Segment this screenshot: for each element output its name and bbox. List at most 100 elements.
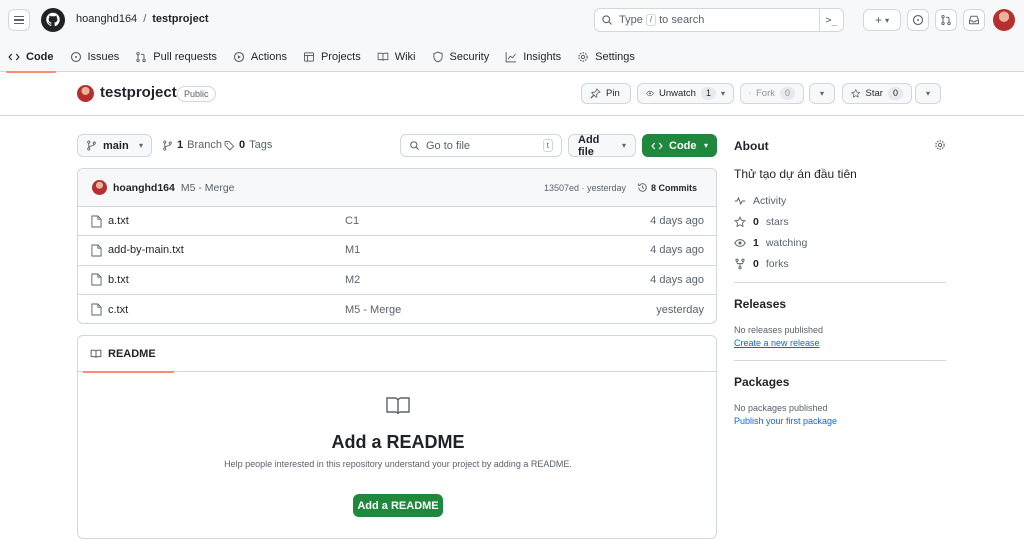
packages-heading[interactable]: Packages: [734, 375, 789, 389]
repo-title[interactable]: testproject: [100, 84, 177, 101]
go-to-file-shortcut: t: [542, 139, 553, 152]
commit-message[interactable]: M5 - Merge: [181, 182, 235, 194]
search-icon: [602, 15, 612, 25]
tab-wiki[interactable]: Wiki: [369, 42, 424, 72]
readme-help-text: Help people interested in this repositor…: [224, 459, 572, 469]
file-name[interactable]: b.txt: [108, 274, 129, 286]
table-row[interactable]: b.txt M2 4 days ago: [78, 266, 716, 295]
history-icon: [637, 183, 647, 192]
global-search[interactable]: Type / to search >_: [594, 8, 844, 32]
file-commit-message[interactable]: M2: [345, 274, 360, 286]
readme-tab[interactable]: README: [83, 336, 174, 373]
tab-label: Security: [449, 51, 490, 63]
breadcrumb-owner[interactable]: hoanghd164: [76, 13, 137, 25]
tab-label: Settings: [595, 51, 635, 63]
tab-projects[interactable]: Projects: [295, 42, 369, 72]
tab-label: Code: [26, 51, 54, 63]
star-icon: [734, 216, 746, 228]
pull-request-icon: [941, 14, 951, 26]
commit-author[interactable]: hoanghd164: [113, 182, 175, 194]
create-release-link[interactable]: Create a new release: [734, 338, 820, 348]
search-prefix: Type: [619, 14, 643, 26]
user-avatar[interactable]: [993, 9, 1015, 31]
fork-button[interactable]: Fork 0: [740, 83, 804, 104]
activity-link[interactable]: Activity: [734, 195, 786, 207]
file-name[interactable]: c.txt: [108, 304, 128, 316]
file-icon: [91, 215, 102, 228]
watching-label: watching: [765, 237, 808, 249]
file-name[interactable]: a.txt: [108, 215, 129, 227]
avatar[interactable]: [92, 180, 107, 195]
file-commit-message[interactable]: M5 - Merge: [345, 304, 401, 316]
breadcrumb-repo[interactable]: testproject: [152, 13, 208, 25]
branch-selector[interactable]: main ▾: [77, 134, 152, 157]
forks-count: 0: [753, 258, 759, 270]
star-dropdown-button[interactable]: ▾: [915, 83, 941, 104]
tab-security[interactable]: Security: [424, 42, 498, 72]
issue-icon: [70, 51, 81, 63]
releases-heading[interactable]: Releases: [734, 297, 786, 311]
go-to-file-placeholder: Go to file: [426, 139, 471, 152]
add-readme-button[interactable]: Add a README: [353, 494, 443, 517]
commits-link[interactable]: 8 Commits: [637, 182, 697, 193]
add-file-button[interactable]: Add file ▾: [568, 133, 636, 158]
tab-settings[interactable]: Settings: [569, 42, 643, 72]
tab-issues[interactable]: Issues: [62, 42, 128, 72]
tab-actions[interactable]: Actions: [225, 42, 295, 72]
fork-label: Fork: [755, 88, 775, 99]
fork-count: 0: [779, 87, 795, 100]
go-to-file-input[interactable]: Go to file t: [400, 134, 562, 157]
file-commit-message[interactable]: M1: [345, 244, 360, 256]
repo-owner-avatar[interactable]: [77, 85, 94, 102]
caret-down-icon: ▾: [885, 15, 890, 25]
table-row[interactable]: a.txt C1 4 days ago: [78, 207, 716, 237]
eye-icon: [734, 239, 746, 247]
forks-link[interactable]: 0 forks: [734, 258, 789, 270]
inbox-button[interactable]: [963, 9, 985, 31]
code-button[interactable]: Code ▾: [642, 134, 717, 157]
file-table: hoanghd164 M5 - Merge 13507ed · yesterda…: [77, 168, 717, 324]
play-icon: [233, 51, 244, 63]
stars-link[interactable]: 0 stars: [734, 216, 789, 228]
inbox-icon: [969, 15, 979, 25]
star-button[interactable]: Star 0: [842, 83, 912, 104]
tab-pull-requests[interactable]: Pull requests: [127, 42, 225, 72]
search-shortcut-key: /: [645, 14, 657, 26]
gear-icon[interactable]: [934, 139, 946, 151]
menu-button[interactable]: [8, 9, 30, 31]
latest-commit-bar: hoanghd164 M5 - Merge 13507ed · yesterda…: [78, 169, 716, 207]
table-row[interactable]: add-by-main.txt M1 4 days ago: [78, 236, 716, 266]
search-icon: [410, 141, 419, 150]
pull-requests-nav-button[interactable]: [935, 9, 957, 31]
file-date: 4 days ago: [650, 273, 704, 286]
branch-name: main: [103, 139, 129, 152]
pin-button[interactable]: Pin: [581, 83, 631, 104]
issues-nav-button[interactable]: [907, 9, 929, 31]
readme-header: README: [78, 336, 716, 373]
unwatch-button[interactable]: Unwatch 1 ▾: [637, 83, 734, 104]
book-icon: [386, 397, 410, 415]
github-logo-icon[interactable]: [41, 8, 65, 32]
file-name[interactable]: add-by-main.txt: [108, 244, 184, 256]
command-palette-button[interactable]: >_: [819, 9, 843, 31]
table-row[interactable]: c.txt M5 - Merge yesterday: [78, 295, 716, 323]
add-file-label: Add file: [578, 133, 600, 158]
branch-count: 1: [177, 139, 184, 151]
code-button-label: Code: [669, 139, 697, 152]
issue-icon: [912, 14, 924, 26]
star-count: 0: [887, 87, 903, 100]
fork-dropdown-button[interactable]: ▾: [809, 83, 835, 104]
caret-down-icon: ▾: [621, 141, 626, 150]
pulse-icon: [734, 196, 746, 206]
eye-icon: [646, 90, 654, 97]
tags-link[interactable]: 0 Tags: [224, 139, 272, 151]
pin-icon: [590, 88, 601, 99]
publish-package-link[interactable]: Publish your first package: [734, 416, 837, 426]
commit-sha-time[interactable]: 13507ed · yesterday: [544, 183, 626, 193]
file-commit-message[interactable]: C1: [345, 215, 359, 227]
watching-link[interactable]: 1 watching: [734, 237, 807, 249]
create-new-button[interactable]: + ▾: [863, 9, 901, 31]
tab-code[interactable]: Code: [0, 42, 62, 73]
tab-insights[interactable]: Insights: [497, 42, 569, 72]
branches-link[interactable]: 1 Branch: [162, 139, 222, 151]
